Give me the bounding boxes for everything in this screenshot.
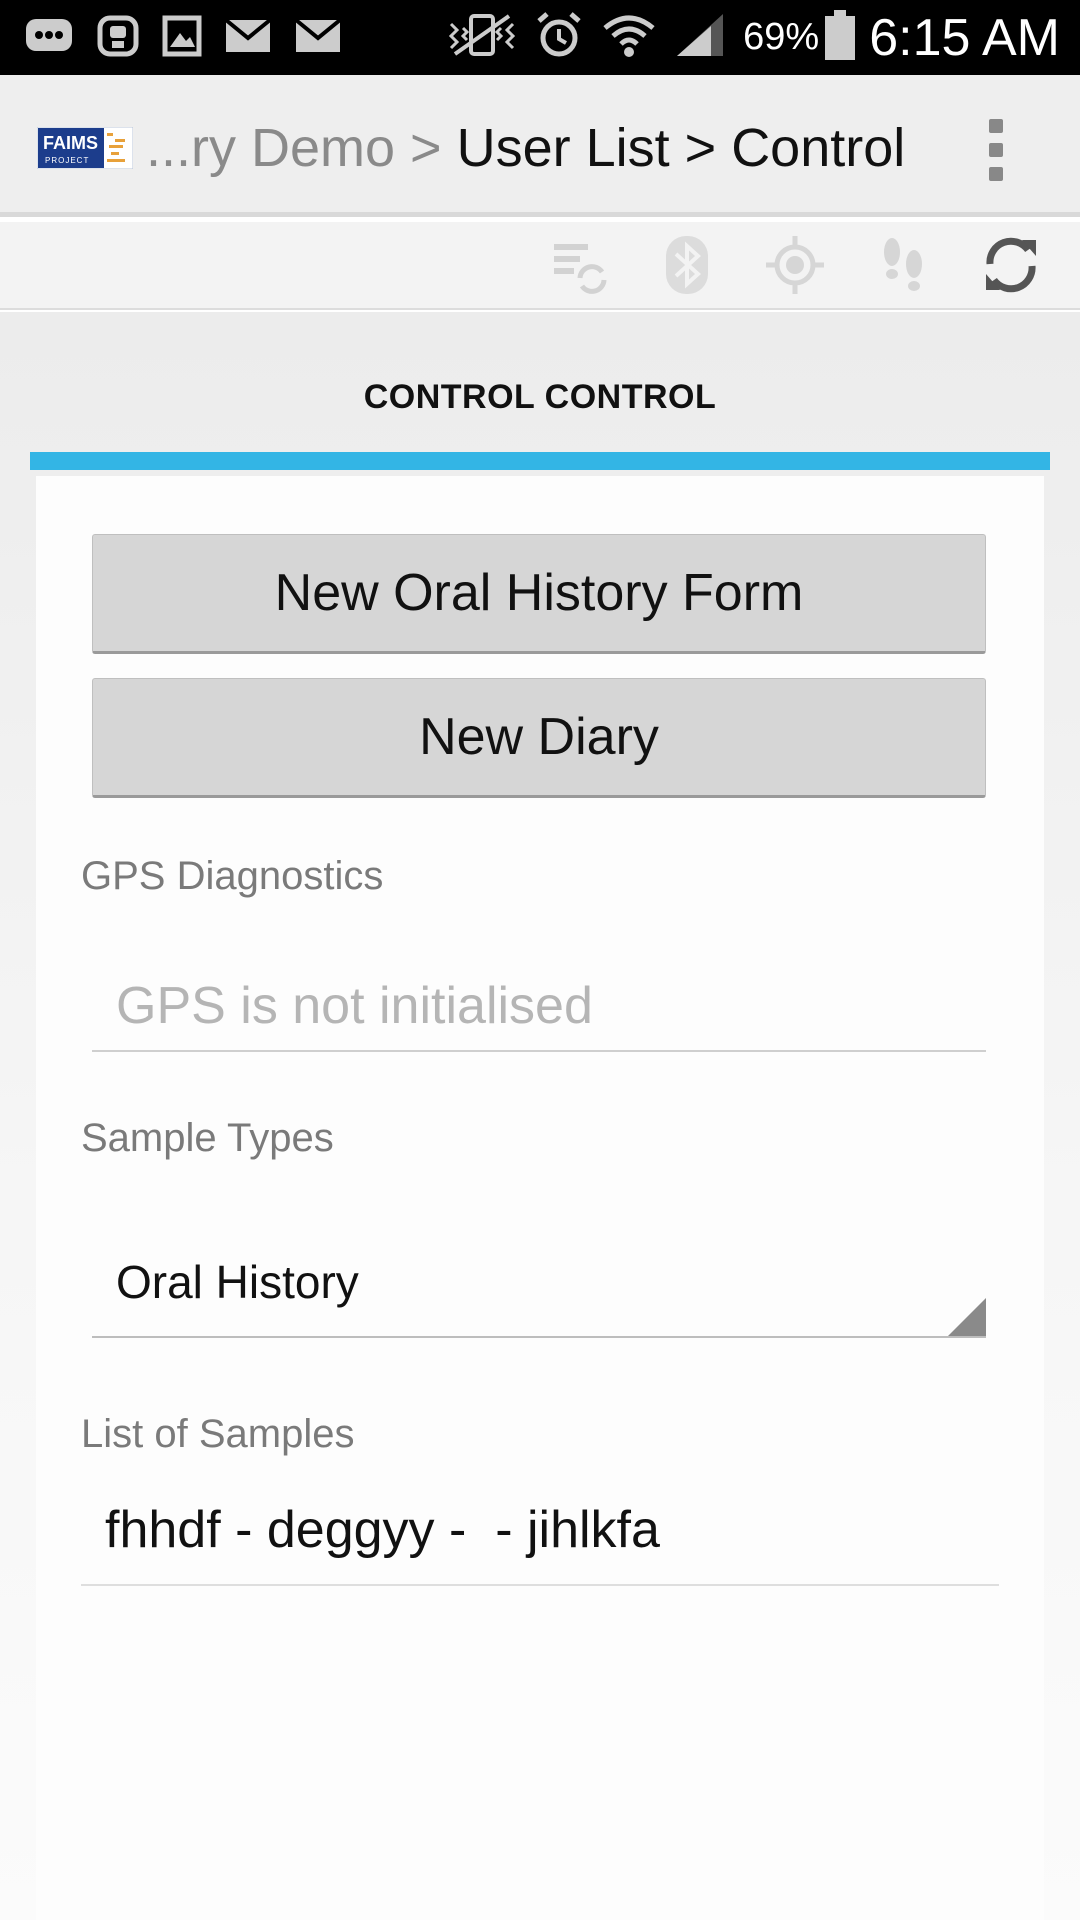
action-bar: FAIMS PROJECT ...ry Demo > User List > C… [0,75,1080,217]
new-diary-button[interactable]: New Diary [92,678,986,798]
breadcrumb-module[interactable]: ...ry Demo [146,118,395,178]
list-item[interactable]: fhhdf - deggyy - - jihlkfa [81,1476,999,1586]
wifi-icon [601,12,657,63]
signal-icon [675,12,725,63]
tab-indicator [30,452,1050,470]
vibrate-icon [447,12,517,63]
status-toolbar [0,222,1080,310]
sample-types-value: Oral History [116,1256,359,1308]
alarm-icon [535,11,583,64]
tab-control[interactable]: CONTROL CONTROL [0,378,1080,417]
sample-types-dropdown[interactable]: Oral History [92,1228,986,1338]
content-area: CONTROL CONTROL New Oral History Form Ne… [0,312,1080,1920]
battery-icon [825,10,856,65]
svg-text:FAIMS: FAIMS [43,133,98,153]
gps-diagnostics-field[interactable]: GPS is not initialised [92,962,986,1052]
breadcrumb-control: Control [731,118,906,178]
new-oral-history-form-button[interactable]: New Oral History Form [92,534,986,654]
voicemail-icon [96,14,140,63]
refresh-icon[interactable] [980,234,1042,296]
tracking-footsteps-icon[interactable] [872,234,934,296]
chat-notification-icon [24,15,74,62]
dropdown-arrow-icon [948,1298,986,1336]
breadcrumb-user-list[interactable]: User List [457,118,670,178]
breadcrumb-separator: > [395,118,457,178]
system-icons: 69% 6:15 AM [447,0,1060,75]
svg-text:PROJECT: PROJECT [45,156,89,165]
status-bar: 69% 6:15 AM [0,0,1080,75]
gallery-icon [162,15,202,62]
battery-percentage: 69% [743,16,820,58]
faims-logo-icon[interactable]: FAIMS PROJECT [37,127,133,169]
list-of-samples-label: List of Samples [81,1412,355,1456]
email-icon [224,17,272,59]
sync-status-icon[interactable] [548,234,610,296]
breadcrumb-separator: > [669,118,732,178]
sample-types-label: Sample Types [81,1116,334,1160]
gps-diagnostics-label: GPS Diagnostics [81,854,384,898]
clock: 6:15 AM [869,8,1060,67]
breadcrumb: ...ry Demo > User List > Control [146,115,905,181]
form-panel: New Oral History Form New Diary GPS Diag… [36,476,1044,1920]
email-icon [294,17,342,59]
bluetooth-icon[interactable] [656,234,718,296]
notification-icons [24,12,364,64]
overflow-menu-icon[interactable] [976,115,1016,185]
gps-icon[interactable] [764,234,826,296]
